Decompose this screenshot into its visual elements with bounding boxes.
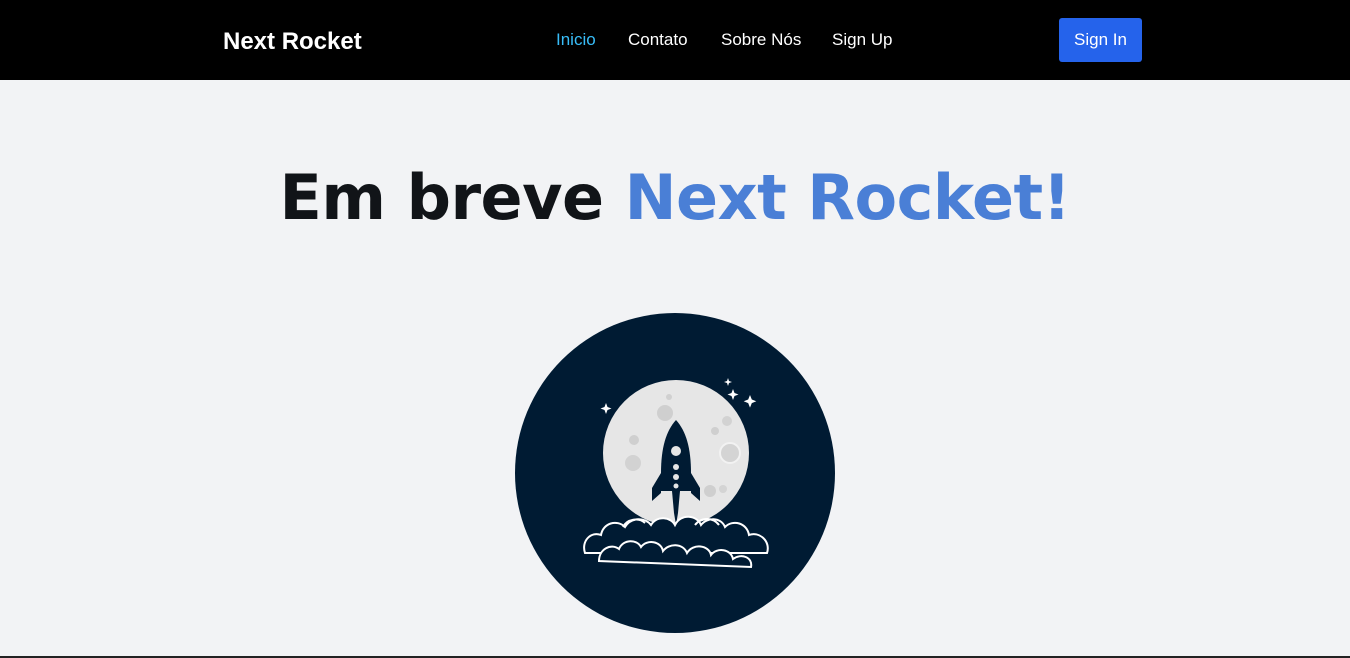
hero-title-prefix: Em breve bbox=[279, 161, 605, 234]
smoke-clouds-icon bbox=[583, 515, 769, 569]
sign-in-button[interactable]: Sign In bbox=[1059, 18, 1142, 62]
navbar: Next Rocket Inicio Contato Sobre Nós Sig… bbox=[0, 0, 1350, 80]
rocket-moon-icon bbox=[515, 313, 835, 633]
rocket-illustration bbox=[515, 313, 835, 633]
nav-link-sobre-nos[interactable]: Sobre Nós bbox=[721, 29, 801, 51]
nav-link-inicio[interactable]: Inicio bbox=[556, 29, 596, 51]
brand-logo[interactable]: Next Rocket bbox=[223, 27, 362, 57]
hero-title: Em breve Next Rocket! bbox=[0, 160, 1350, 236]
nav-link-sign-up[interactable]: Sign Up bbox=[832, 29, 892, 51]
hero-title-accent: Next Rocket! bbox=[624, 161, 1071, 234]
nav-link-contato[interactable]: Contato bbox=[628, 29, 688, 51]
